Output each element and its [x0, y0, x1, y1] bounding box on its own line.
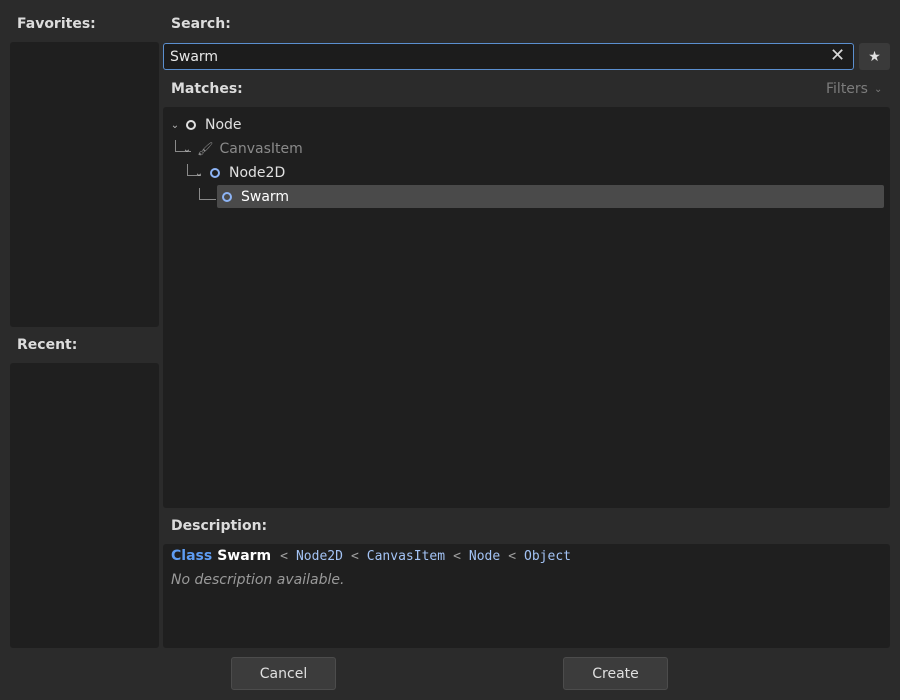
chevron-down-icon[interactable]: ⌄: [181, 144, 193, 155]
cancel-button[interactable]: Cancel: [231, 657, 336, 690]
node-circle-icon: [186, 120, 196, 130]
tree-item-node[interactable]: ⌄ Node: [169, 113, 242, 137]
matches-label: Matches:: [171, 81, 243, 97]
class-signature: Class Swarm < Node2D < CanvasItem < Node…: [171, 548, 571, 564]
chevron-down-icon[interactable]: ⌄: [193, 168, 205, 179]
chevron-down-icon: ⌄: [873, 83, 883, 95]
search-label: Search:: [171, 16, 231, 32]
tree-item-label: Swarm: [241, 189, 290, 205]
recent-label: Recent:: [17, 337, 78, 353]
inherit-separator: <: [508, 549, 517, 564]
favorite-toggle-button[interactable]: ★: [859, 43, 890, 70]
inherit-separator: <: [280, 549, 288, 564]
inherit-link-object[interactable]: Object: [524, 549, 571, 564]
description-label: Description:: [171, 518, 268, 534]
tree-item-label: Node: [205, 117, 242, 133]
filters-label: Filters: [826, 81, 868, 97]
inherit-separator: <: [453, 549, 461, 564]
favorites-list[interactable]: [10, 42, 159, 327]
favorites-label: Favorites:: [17, 16, 96, 32]
tree-guide: [199, 188, 216, 200]
search-input[interactable]: [170, 44, 820, 69]
chevron-down-icon[interactable]: ⌄: [169, 120, 181, 131]
tree-item-swarm[interactable]: Swarm: [222, 185, 289, 209]
node2d-circle-icon: [210, 168, 220, 178]
description-text: No description available.: [171, 572, 345, 588]
filters-dropdown[interactable]: Filters ⌄: [826, 81, 882, 97]
close-icon[interactable]: ✕: [828, 47, 847, 66]
selected-row-highlight: [217, 185, 884, 208]
tree-item-label: Node2D: [229, 165, 286, 181]
class-name: Swarm: [217, 548, 272, 564]
swarm-circle-icon: [222, 192, 232, 202]
star-icon: ★: [868, 48, 881, 65]
recent-list[interactable]: [10, 363, 159, 648]
inherit-link-canvasitem[interactable]: CanvasItem: [367, 549, 445, 564]
inherit-separator: <: [350, 549, 359, 564]
tree-item-canvasitem[interactable]: ⌄ 🖌︎ CanvasItem: [181, 137, 303, 161]
create-button[interactable]: Create: [563, 657, 668, 690]
tree-item-label: CanvasItem: [219, 141, 303, 157]
inherit-link-node2d[interactable]: Node2D: [296, 549, 343, 564]
search-field[interactable]: ✕: [163, 43, 854, 70]
inherit-link-node[interactable]: Node: [469, 549, 500, 564]
brush-icon: 🖌︎: [197, 141, 214, 157]
tree-item-node2d[interactable]: ⌄ Node2D: [193, 161, 285, 185]
class-keyword: Class: [171, 548, 213, 564]
